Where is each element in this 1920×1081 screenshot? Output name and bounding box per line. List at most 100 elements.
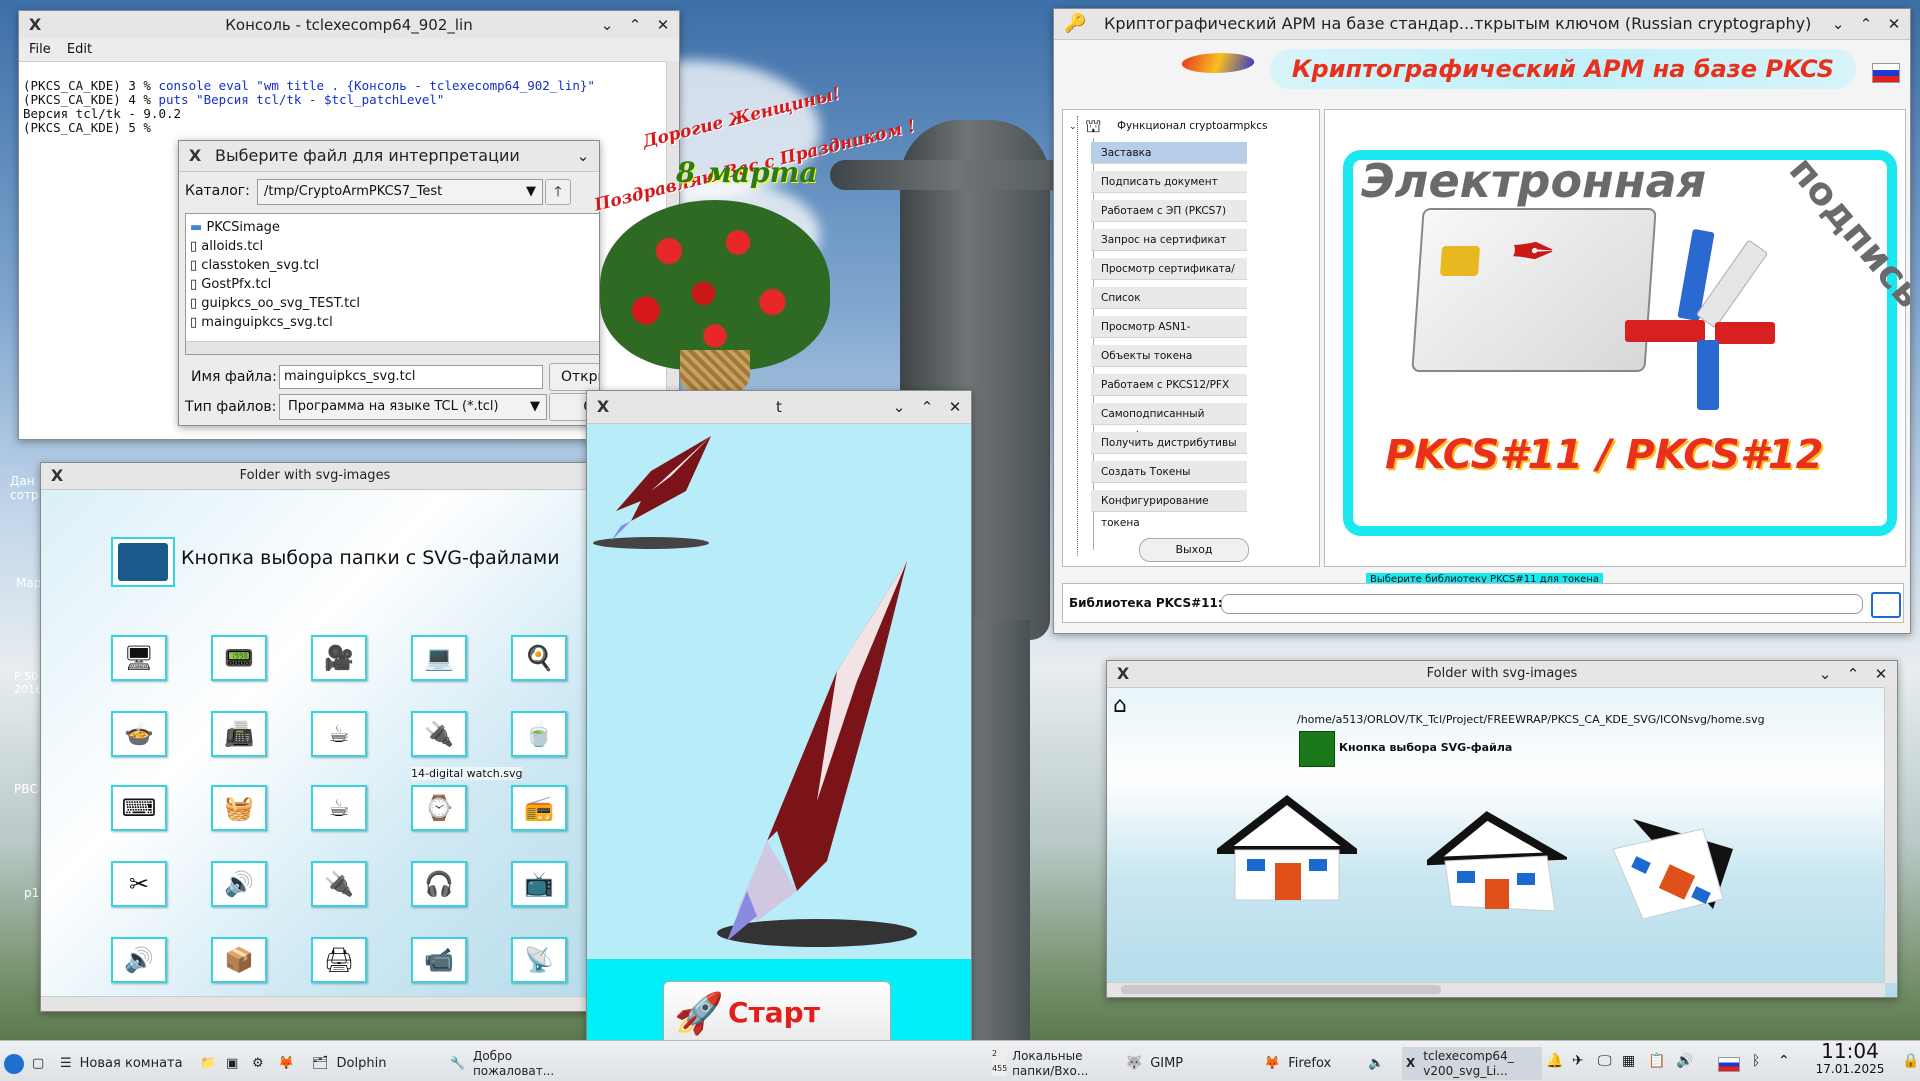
maximize-button[interactable]: ⌃ <box>917 397 937 417</box>
speaker-icon[interactable]: 🔊 <box>1676 1053 1693 1069</box>
svg-icon-tile[interactable]: 🔌 <box>411 711 467 757</box>
desktop-icon-label[interactable]: р1 <box>24 886 39 900</box>
tree-item[interactable]: Работаем с PKCS12/PFX <box>1091 374 1247 396</box>
minimize-button[interactable]: ⌄ <box>889 397 909 417</box>
open-folder-icon[interactable] <box>1871 592 1901 618</box>
settings-icon[interactable]: ⚙ <box>252 1047 264 1080</box>
taskbar-firefox[interactable]: 🦊 Firefox <box>1264 1047 1364 1080</box>
tree-item[interactable]: Подписать документ <box>1091 171 1247 193</box>
svg-icon-tile[interactable]: 🖥 <box>111 635 167 681</box>
svg-icon-tile[interactable]: 🎥 <box>311 635 367 681</box>
maximize-button[interactable]: ⌃ <box>1843 664 1863 684</box>
dir-combobox[interactable]: /tmp/CryptoArmPKCS7_Test ▼ <box>257 179 543 205</box>
svg-icon-tile[interactable]: 🍳 <box>511 635 567 681</box>
tree-item[interactable]: Список криптомеханизмов <box>1091 287 1247 326</box>
up-dir-button[interactable]: 🡑 <box>545 179 571 205</box>
maximize-button[interactable]: ⌃ <box>1856 14 1876 34</box>
taskbar-gimp[interactable]: 🐺 GIMP <box>1126 1047 1226 1080</box>
close-button[interactable]: ✕ <box>1871 664 1891 684</box>
list-item-folder[interactable]: ▬ PKCSimage <box>190 218 599 237</box>
file-list[interactable]: ▬ PKCSimage ▯ alloids.tcl ▯ classtoken_s… <box>185 213 599 355</box>
svg-icon-tile[interactable]: 🔌 <box>311 861 367 907</box>
svg-icon-tile[interactable]: ⌚ <box>411 785 467 831</box>
svg-icon-tile[interactable]: 📠 <box>211 711 267 757</box>
desktop-toggle-icon[interactable]: ▢ <box>32 1047 44 1080</box>
svg-icon-tile[interactable]: 📺 <box>511 861 567 907</box>
files-icon[interactable]: 📁 <box>200 1047 216 1080</box>
display-icon[interactable]: 🖵 <box>1598 1053 1612 1069</box>
clock[interactable]: 11:04 17.01.2025 <box>1800 1040 1900 1076</box>
list-item[interactable]: ▯ GostPfx.tcl <box>190 275 599 294</box>
svg-folder-window-left[interactable]: X Folder with svg-images Кнопка выбора п… <box>40 462 590 1012</box>
svg-icon-tile[interactable]: 📻 <box>511 785 567 831</box>
taskbar-mail[interactable]: ✉2 455 Локальные папки/Вхо... <box>992 1046 1114 1080</box>
svg-folder-titlebar[interactable]: X Folder with svg-images <box>41 463 589 490</box>
tree-item[interactable]: Самоподписанный сертификат <box>1091 403 1247 442</box>
bluetooth-icon[interactable]: ᛒ <box>1752 1053 1760 1069</box>
svg-icon-tile[interactable]: 🍵 <box>511 711 567 757</box>
tree-item[interactable]: Просмотр ASN1-структуры <box>1091 316 1247 355</box>
desktop-icon-label[interactable]: РВС <box>14 782 38 796</box>
horizontal-scrollbar[interactable] <box>41 996 589 1011</box>
crypto-arm-window[interactable]: 🔑 Криптографический АРМ на базе стандар.… <box>1053 8 1911 634</box>
firefox-launcher-icon[interactable]: 🦊 <box>278 1047 294 1080</box>
tree-item[interactable]: Получить дистрибутивы <box>1091 432 1247 454</box>
tree-item[interactable]: Работаем с ЭП (PKCS7) <box>1091 200 1247 222</box>
minimize-button[interactable]: ⌄ <box>1815 664 1835 684</box>
activity-button[interactable]: ☰ Новая комната <box>60 1047 183 1080</box>
list-item[interactable]: ▯ alloids.tcl <box>190 237 599 256</box>
maximize-button[interactable]: ⌃ <box>625 15 645 35</box>
console-output[interactable]: (PKCS_CA_KDE) 3 % console eval "wm title… <box>23 79 595 135</box>
rocket-window[interactable]: X t ⌄ ⌃ ✕ 🚀 Старт <box>586 390 972 1070</box>
svg-icon-tile[interactable]: 📟 <box>211 635 267 681</box>
svg-icon-tile[interactable]: 📹 <box>411 937 467 983</box>
exit-button[interactable]: Выход <box>1139 538 1249 562</box>
svg-icon-tile[interactable]: ☕ <box>311 711 367 757</box>
close-button[interactable]: ✕ <box>653 15 673 35</box>
tree-item[interactable]: Объекты токена <box>1091 345 1247 367</box>
minimize-button[interactable]: ⌄ <box>597 15 617 35</box>
home-icon[interactable]: ⌂ <box>1113 693 1127 718</box>
svg-icon-tile[interactable]: 🧺 <box>211 785 267 831</box>
tree-item[interactable]: Заставка <box>1091 142 1247 164</box>
svg-icon-tile[interactable]: 📦 <box>211 937 267 983</box>
svg-icon-tile[interactable]: ✂ <box>111 861 167 907</box>
scrollbar-thumb[interactable] <box>1121 985 1441 994</box>
svg-icon-tile[interactable]: 🎧 <box>411 861 467 907</box>
file-dialog-window[interactable]: X Выберите файл для интерпретации ⌄ Ката… <box>178 140 600 426</box>
clipboard-icon[interactable]: 📋 <box>1648 1053 1665 1069</box>
close-button[interactable]: ✕ <box>945 397 965 417</box>
keyboard-layout-icon[interactable] <box>1718 1057 1740 1072</box>
horizontal-scrollbar[interactable] <box>1107 982 1885 997</box>
terminal-icon[interactable]: ▣ <box>226 1047 238 1080</box>
function-tree[interactable]: ⛫ Функционал cryptoarmpkcs ⌄ Заставка Под… <box>1062 109 1320 567</box>
app-launcher-icon[interactable] <box>4 1047 24 1080</box>
tree-item[interactable]: Создать Токены <box>1091 461 1247 483</box>
library-path-input[interactable] <box>1221 594 1863 614</box>
svg-file-select-button[interactable] <box>1299 731 1335 767</box>
svg-icon-tile[interactable]: ☕ <box>311 785 367 831</box>
svg-folder-titlebar[interactable]: X Folder with svg-images ⌄ ⌃ ✕ <box>1107 661 1897 688</box>
file-dialog-titlebar[interactable]: X Выберите файл для интерпретации ⌄ <box>179 141 599 172</box>
minimize-button[interactable]: ⌄ <box>1828 14 1848 34</box>
svg-icon-tile[interactable]: 🔊 <box>111 937 167 983</box>
vertical-scrollbar[interactable] <box>1884 687 1897 983</box>
svg-icon-tile[interactable]: 💻 <box>411 635 467 681</box>
menu-file[interactable]: File <box>29 42 51 57</box>
lock-icon[interactable]: 🔒 <box>1902 1053 1919 1069</box>
tree-item[interactable]: Просмотр сертификата/запроса <box>1091 258 1247 297</box>
crypto-titlebar[interactable]: 🔑 Криптографический АРМ на базе стандар.… <box>1054 9 1910 40</box>
notifications-icon[interactable]: 🔔 <box>1546 1053 1563 1069</box>
svg-icon-tile[interactable]: 🍲 <box>111 711 167 757</box>
taskbar-dolphin[interactable]: 🗂 Dolphin <box>312 1047 432 1080</box>
taskbar-welcome[interactable]: 🔧 Добро пожаловат... <box>450 1047 580 1080</box>
rocket-titlebar[interactable]: X t ⌄ ⌃ ✕ <box>587 391 971 424</box>
list-item[interactable]: ▯ guipkcs_oo_svg_TEST.tcl <box>190 294 599 313</box>
folder-select-button[interactable] <box>111 537 175 587</box>
tree-item[interactable]: Запрос на сертификат <box>1091 229 1247 251</box>
chevron-down-icon[interactable]: ⌄ <box>1069 122 1077 132</box>
tray-expand-icon[interactable]: ⌃ <box>1778 1053 1790 1069</box>
horizontal-scrollbar[interactable] <box>186 341 599 354</box>
tree-item[interactable]: Конфигурирование токена <box>1091 490 1247 529</box>
filetype-combobox[interactable]: Программа на языке TCL (*.tcl) ▼ <box>279 394 547 420</box>
